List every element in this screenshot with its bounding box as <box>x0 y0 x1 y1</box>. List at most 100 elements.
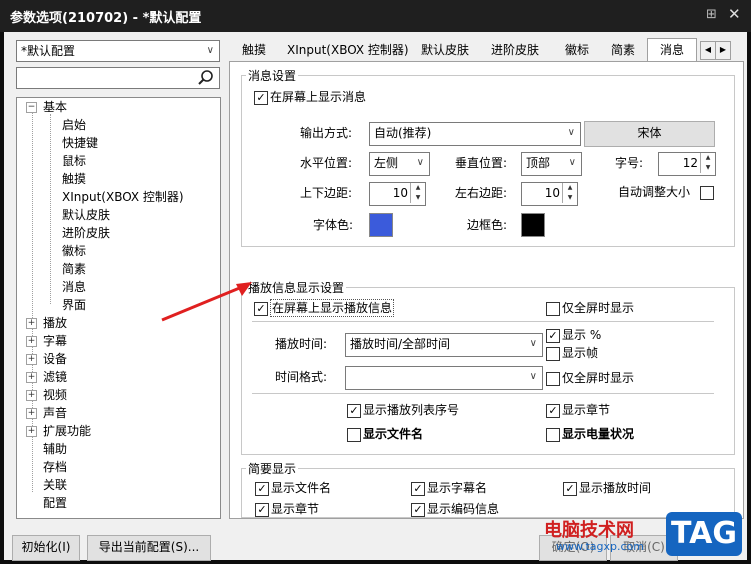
watermark: 电脑技术网 www.tagxp.com TAG <box>536 482 747 560</box>
time-format-label: 时间格式: <box>275 370 328 384</box>
pin-icon[interactable]: ⊞ <box>706 7 717 22</box>
show-filename-label: 显示文件名 <box>363 427 424 441</box>
title-bar: 参数选项(210702) - *默认配置 ⊞ ✕ <box>0 0 751 32</box>
auto-size-checkbox[interactable] <box>700 186 714 200</box>
message-settings-panel: 消息设置 ✓ 在屏幕上显示消息 输出方式: 自动(推荐) ∨ 宋体 水平位置: … <box>229 61 744 519</box>
h-position-dropdown[interactable]: 左侧 ∨ <box>369 152 430 176</box>
show-play-info-label: 在屏幕上显示播放信息 <box>270 299 395 317</box>
export-config-button[interactable]: 导出当前配置(S)... <box>87 535 211 561</box>
chevron-down-icon: ∨ <box>529 371 537 382</box>
watermark-tag-badge: TAG <box>666 512 742 556</box>
tab-message[interactable]: 消息 <box>647 38 697 63</box>
stepper-arrows-icon[interactable]: ▲ ▼ <box>700 153 715 173</box>
tab-advanced-skin[interactable]: 进阶皮肤 <box>491 40 539 60</box>
font-color-swatch[interactable] <box>369 213 393 237</box>
expand-icon[interactable]: + <box>26 336 37 347</box>
show-frame-checkbox[interactable] <box>546 347 560 361</box>
play-time-value: 播放时间/全部时间 <box>350 337 451 351</box>
show-chapter-checkbox[interactable]: ✓ <box>546 404 560 418</box>
expand-icon[interactable]: + <box>26 354 37 365</box>
tree-node-label: 快捷键 <box>62 136 99 150</box>
v-position-dropdown[interactable]: 顶部 ∨ <box>521 152 582 176</box>
stepper-arrows-icon[interactable]: ▲ ▼ <box>562 183 577 203</box>
show-battery-label: 显示电量状况 <box>562 427 635 441</box>
show-playlist-no-checkbox[interactable]: ✓ <box>347 404 361 418</box>
font-color-label: 字体色: <box>313 218 354 232</box>
annotation-arrow <box>161 282 252 322</box>
time-format-dropdown[interactable]: ∨ <box>345 366 543 390</box>
tab-logo[interactable]: 徽标 <box>565 40 589 60</box>
brief-filename-label: 显示文件名 <box>271 481 332 495</box>
play-info-title: 播放信息显示设置 <box>246 279 347 296</box>
tb-margin-stepper[interactable]: 10 ▲ ▼ <box>369 182 426 206</box>
watermark-url: www.tagxp.com <box>556 540 644 553</box>
tree-node-label: 滤镜 <box>43 370 68 384</box>
show-percent-checkbox[interactable]: ✓ <box>546 329 560 343</box>
chevron-down-icon: ∨ <box>416 157 424 168</box>
search-icon[interactable] <box>197 69 215 87</box>
stepper-arrows-icon[interactable]: ▲ ▼ <box>410 183 425 203</box>
font-button[interactable]: 宋体 <box>584 121 715 147</box>
fullscreen-only2-checkbox[interactable] <box>546 372 560 386</box>
tab-touch[interactable]: 触摸 <box>242 40 266 60</box>
expand-icon[interactable]: + <box>26 426 37 437</box>
show-message-checkbox[interactable]: ✓ <box>254 91 268 105</box>
collapse-icon[interactable]: − <box>26 102 37 113</box>
brief-codec-label: 显示编码信息 <box>427 502 500 516</box>
show-filename-checkbox[interactable] <box>347 428 361 442</box>
v-position-value: 顶部 <box>526 156 551 170</box>
brief-subtitle-label: 显示字幕名 <box>427 481 488 495</box>
brief-subtitle-checkbox[interactable]: ✓ <box>411 482 425 496</box>
lr-margin-value: 10 <box>544 186 560 200</box>
message-settings-title: 消息设置 <box>246 67 299 84</box>
tb-margin-value: 10 <box>392 186 408 200</box>
output-mode-value: 自动(推荐) <box>374 126 432 140</box>
expand-icon[interactable]: + <box>26 318 37 329</box>
tree-node-label: 默认皮肤 <box>62 208 111 222</box>
close-icon[interactable]: ✕ <box>728 5 741 23</box>
watermark-site-name: 电脑技术网 <box>544 520 634 541</box>
show-battery-checkbox[interactable] <box>546 428 560 442</box>
tree-node-label: 存档 <box>43 460 68 474</box>
tree-node-label: 播放 <box>43 316 68 330</box>
tab-scroll-left-icon[interactable]: ◀ <box>700 41 716 60</box>
output-mode-label: 输出方式: <box>300 126 353 140</box>
chevron-down-icon: ∨ <box>529 338 537 349</box>
show-chapter-label: 显示章节 <box>562 403 611 417</box>
expand-icon[interactable]: + <box>26 408 37 419</box>
tree-node-label: 设备 <box>43 352 68 366</box>
tree-node-label: 扩展功能 <box>43 424 92 438</box>
tree-node-label: 简素 <box>62 262 87 276</box>
play-time-label: 播放时间: <box>275 337 328 351</box>
fullscreen-only-checkbox[interactable] <box>546 302 560 316</box>
tab-simple[interactable]: 简素 <box>611 40 635 60</box>
tree-node-label: 触摸 <box>62 172 87 186</box>
search-input[interactable] <box>16 67 220 89</box>
brief-codec-checkbox[interactable]: ✓ <box>411 503 425 517</box>
window-title: 参数选项(210702) - *默认配置 <box>10 11 202 26</box>
lr-margin-stepper[interactable]: 10 ▲ ▼ <box>521 182 578 206</box>
brief-chapter-checkbox[interactable]: ✓ <box>255 503 269 517</box>
init-button[interactable]: 初始化(I) <box>12 535 80 561</box>
auto-size-label: 自动调整大小 <box>618 185 691 199</box>
output-mode-dropdown[interactable]: 自动(推荐) ∨ <box>369 122 581 146</box>
h-position-value: 左侧 <box>374 156 399 170</box>
font-size-label: 字号: <box>615 156 644 170</box>
font-size-stepper[interactable]: 12 ▲ ▼ <box>658 152 716 176</box>
show-playlist-no-label: 显示播放列表序号 <box>363 403 460 417</box>
expand-icon[interactable]: + <box>26 390 37 401</box>
profile-dropdown[interactable]: *默认配置 ∨ <box>16 40 220 62</box>
show-frame-label: 显示帧 <box>562 346 599 360</box>
tab-xinput[interactable]: XInput(XBOX 控制器) <box>287 40 409 60</box>
play-time-dropdown[interactable]: 播放时间/全部时间 ∨ <box>345 333 543 357</box>
expand-icon[interactable]: + <box>26 372 37 383</box>
brief-display-title: 简要显示 <box>246 460 299 477</box>
lr-margin-label: 左右边距: <box>455 186 508 200</box>
tab-scroll-right-icon[interactable]: ▶ <box>715 41 731 60</box>
tree-node-label: 配置 <box>43 496 68 510</box>
tab-bar: 触摸 XInput(XBOX 控制器) 默认皮肤 进阶皮肤 徽标 简素 消息 ◀… <box>228 38 746 63</box>
border-color-swatch[interactable] <box>521 213 545 237</box>
tab-default-skin[interactable]: 默认皮肤 <box>421 40 469 60</box>
brief-filename-checkbox[interactable]: ✓ <box>255 482 269 496</box>
tree-node-label: 启始 <box>62 118 87 132</box>
